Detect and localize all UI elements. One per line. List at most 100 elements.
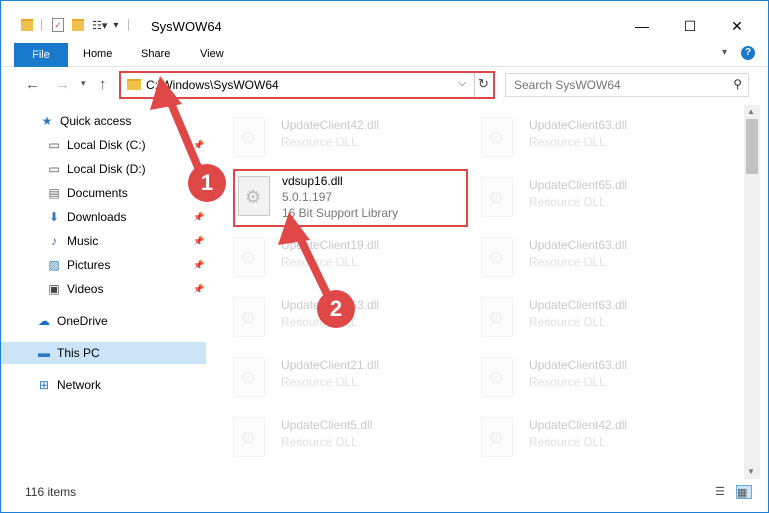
help-icon[interactable]: ? <box>741 46 755 60</box>
item-count: 116 items <box>25 485 77 499</box>
scroll-down-icon[interactable]: ▼ <box>747 467 755 476</box>
chevron-down-icon[interactable]: ▾ <box>113 20 118 31</box>
drive-icon: ▭ <box>48 138 60 152</box>
file-item[interactable]: UpdateClient42.dll Resource DLL <box>464 411 694 463</box>
computer-icon: ▬ <box>38 346 50 360</box>
maximize-button[interactable]: ☐ <box>667 11 713 41</box>
dll-file-icon <box>238 176 270 216</box>
file-version: 5.0.1.197 <box>282 190 333 204</box>
file-name: UpdateClient63.dll <box>529 118 628 132</box>
recent-locations-icon[interactable]: ▾ <box>81 78 86 89</box>
address-path[interactable]: C:\Windows\SysWOW64 <box>146 78 279 92</box>
music-icon: ♪ <box>51 234 57 248</box>
file-type: Resource DLL <box>281 135 358 149</box>
star-icon: ★ <box>41 114 53 128</box>
nav-item-pictures[interactable]: ▨ Pictures 📌 <box>1 254 206 276</box>
tiles-view-icon[interactable]: ▦ <box>736 485 752 499</box>
pin-icon[interactable]: 📌 <box>193 140 204 151</box>
address-bar[interactable]: C:\Windows\SysWOW64 ⌵ ↻ <box>119 71 495 99</box>
tab-home[interactable]: Home <box>83 48 112 60</box>
file-name: UpdateClient5.dll <box>281 418 373 432</box>
file-name: UpdateClient63.dll <box>529 298 628 312</box>
file-item[interactable]: UpdateClient42.dll Resource DLL <box>216 111 446 163</box>
status-bar: 116 items ☰ ▦ <box>1 479 768 509</box>
details-view-icon[interactable]: ☰ <box>715 485 731 499</box>
pin-icon[interactable]: 📌 <box>193 236 204 247</box>
file-item-highlighted[interactable]: vdsup16.dll 5.0.1.197 16 Bit Support Lib… <box>233 169 468 227</box>
dll-file-icon <box>481 177 513 217</box>
explorer-window: ✓ ☷▾ ▾ SysWOW64 — ☐ ✕ File Home Share Vi… <box>0 0 769 513</box>
nav-item-label: Downloads <box>67 210 127 224</box>
search-box[interactable]: ⚲ <box>505 73 749 97</box>
minimize-button[interactable]: — <box>619 11 665 41</box>
dll-file-icon <box>233 297 265 337</box>
nav-item-label: Quick access <box>60 114 132 128</box>
nav-item-label: Documents <box>67 186 128 200</box>
file-type: Resource DLL <box>529 315 606 329</box>
quick-access-toolbar: ✓ ☷▾ ▾ <box>21 15 130 35</box>
file-description: 16 Bit Support Library <box>282 206 399 220</box>
ribbon-tabs: File Home Share View ▾ ? <box>1 43 768 67</box>
documents-icon: ▤ <box>48 186 60 200</box>
folder-icon <box>127 79 141 90</box>
nav-item-downloads[interactable]: ⬇ Downloads 📌 <box>1 206 206 228</box>
nav-item-videos[interactable]: ▣ Videos 📌 <box>1 278 206 300</box>
dll-file-icon <box>481 297 513 337</box>
nav-item-documents[interactable]: ▤ Documents 📌 <box>1 182 206 204</box>
properties-icon[interactable]: ✓ <box>52 18 64 32</box>
refresh-icon[interactable]: ↻ <box>478 76 489 92</box>
tab-view[interactable]: View <box>200 48 224 60</box>
pictures-icon: ▨ <box>48 258 60 272</box>
file-type: Resource DLL <box>529 135 606 149</box>
file-item[interactable]: UpdateClient63.dll Resource DLL <box>464 351 694 403</box>
back-arrow-icon[interactable]: ← <box>25 76 40 93</box>
file-name: UpdateClient42.dll <box>529 418 628 432</box>
dll-file-icon <box>233 357 265 397</box>
file-item[interactable]: UpdateClient63.dll Resource DLL <box>464 111 694 163</box>
address-dropdown-icon[interactable]: ⌵ <box>458 77 466 90</box>
file-name: UpdateClient19.dll <box>281 238 380 252</box>
tab-file[interactable]: File <box>14 43 68 67</box>
nav-item-music[interactable]: ♪ Music 📌 <box>1 230 206 252</box>
forward-arrow-icon[interactable]: → <box>55 76 70 93</box>
nav-item-label: OneDrive <box>57 314 108 328</box>
scroll-thumb[interactable] <box>746 119 758 174</box>
file-item[interactable]: UpdateClient63.dll Resource DLL <box>464 291 694 343</box>
ribbon-expand-icon[interactable]: ▾ <box>722 47 727 58</box>
file-name: vdsup16.dll <box>282 174 343 188</box>
nav-item-this-pc[interactable]: ▬ This PC <box>1 342 206 364</box>
nav-item-local-disk-c[interactable]: ▭ Local Disk (C:) 📌 <box>1 134 206 156</box>
navigation-pane: ★ Quick access ▭ Local Disk (C:) 📌 ▭ Loc… <box>1 105 213 475</box>
tab-share[interactable]: Share <box>141 48 170 60</box>
nav-item-network[interactable]: ⊞ Network <box>1 374 206 396</box>
search-icon[interactable]: ⚲ <box>733 77 742 91</box>
dll-file-icon <box>233 237 265 277</box>
nav-item-label: Local Disk (D:) <box>67 162 146 176</box>
scroll-up-icon[interactable]: ▲ <box>747 107 755 116</box>
close-button[interactable]: ✕ <box>714 11 760 41</box>
search-input[interactable] <box>514 77 724 93</box>
nav-item-onedrive[interactable]: ☁ OneDrive <box>1 310 206 332</box>
up-arrow-icon[interactable]: ↑ <box>99 76 107 93</box>
vertical-scrollbar[interactable]: ▲ ▼ <box>744 105 760 479</box>
file-name: UpdateClient21.dll <box>281 358 380 372</box>
file-item[interactable]: UpdateClient63.dll Resource DLL <box>464 231 694 283</box>
separator <box>474 73 475 97</box>
nav-item-local-disk-d[interactable]: ▭ Local Disk (D:) 📌 <box>1 158 206 180</box>
file-type: Resource DLL <box>281 435 358 449</box>
file-type: Resource DLL <box>281 375 358 389</box>
pin-icon[interactable]: 📌 <box>193 284 204 295</box>
file-type: Resource DLL <box>529 255 606 269</box>
customize-toolbar-icon[interactable]: ☷▾ <box>92 19 107 32</box>
nav-item-quick-access[interactable]: ★ Quick access <box>1 110 206 132</box>
nav-item-label: Music <box>67 234 99 248</box>
file-item[interactable]: UpdateClient19.dll Resource DLL <box>216 231 446 283</box>
new-folder-icon[interactable] <box>72 19 84 31</box>
pin-icon[interactable]: 📌 <box>193 212 204 223</box>
file-item[interactable]: UpdateClient5.dll Resource DLL <box>216 411 446 463</box>
pin-icon[interactable]: 📌 <box>193 260 204 271</box>
folder-icon[interactable] <box>21 19 33 31</box>
file-item[interactable]: UpdateClient21.dll Resource DLL <box>216 351 446 403</box>
window-title: SysWOW64 <box>151 19 222 34</box>
file-item[interactable]: UpdateClient65.dll Resource DLL <box>464 171 694 223</box>
